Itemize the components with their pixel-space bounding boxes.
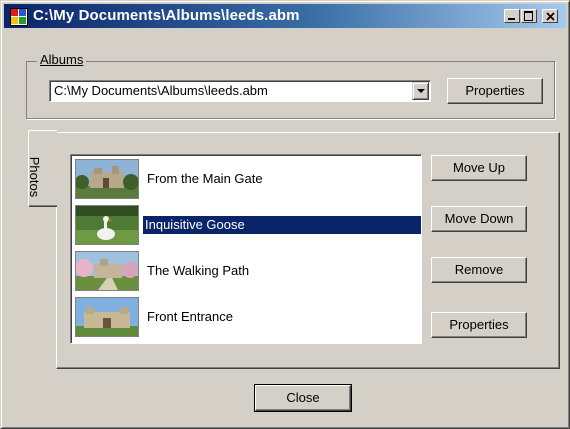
castle-gate-thumbnail: [75, 159, 139, 199]
maximize-icon[interactable]: [521, 9, 537, 23]
photo-title: From the Main Gate: [147, 171, 263, 186]
album-properties-button[interactable]: Properties: [447, 78, 543, 104]
tab-photos-label: Photos: [27, 156, 42, 198]
chevron-down-icon[interactable]: [412, 82, 429, 100]
list-item[interactable]: Inquisitive Goose: [75, 203, 421, 247]
photo-title: The Walking Path: [147, 263, 250, 278]
photo-properties-button[interactable]: Properties: [431, 312, 527, 338]
title-bar[interactable]: C:\My Documents\Albums\leeds.abm: [4, 4, 566, 28]
walking-path-thumbnail: [75, 251, 139, 291]
album-path-value: C:\My Documents\Albums\leeds.abm: [54, 83, 268, 98]
photo-title: Front Entrance: [147, 309, 233, 324]
remove-button[interactable]: Remove: [431, 257, 527, 283]
move-up-button[interactable]: Move Up: [431, 155, 527, 181]
photos-listbox[interactable]: From the Main Gate Inquisitive Goose The…: [70, 154, 422, 344]
close-button[interactable]: Close: [254, 384, 352, 412]
album-path-combobox[interactable]: C:\My Documents\Albums\leeds.abm: [49, 80, 431, 102]
list-item[interactable]: Front Entrance: [75, 295, 419, 339]
app-icon: [10, 8, 28, 26]
close-icon[interactable]: [542, 9, 558, 23]
album-editor-window: C:\My Documents\Albums\leeds.abm Albums …: [0, 0, 570, 429]
goose-thumbnail: [75, 205, 139, 245]
list-item[interactable]: From the Main Gate: [75, 157, 419, 201]
window-title: C:\My Documents\Albums\leeds.abm: [33, 7, 300, 24]
photo-title: Inquisitive Goose: [143, 216, 421, 234]
move-down-button[interactable]: Move Down: [431, 206, 527, 232]
list-item[interactable]: The Walking Path: [75, 249, 419, 293]
minimize-icon[interactable]: [504, 9, 520, 23]
albums-group-label: Albums: [37, 52, 87, 67]
front-entrance-thumbnail: [75, 297, 139, 337]
